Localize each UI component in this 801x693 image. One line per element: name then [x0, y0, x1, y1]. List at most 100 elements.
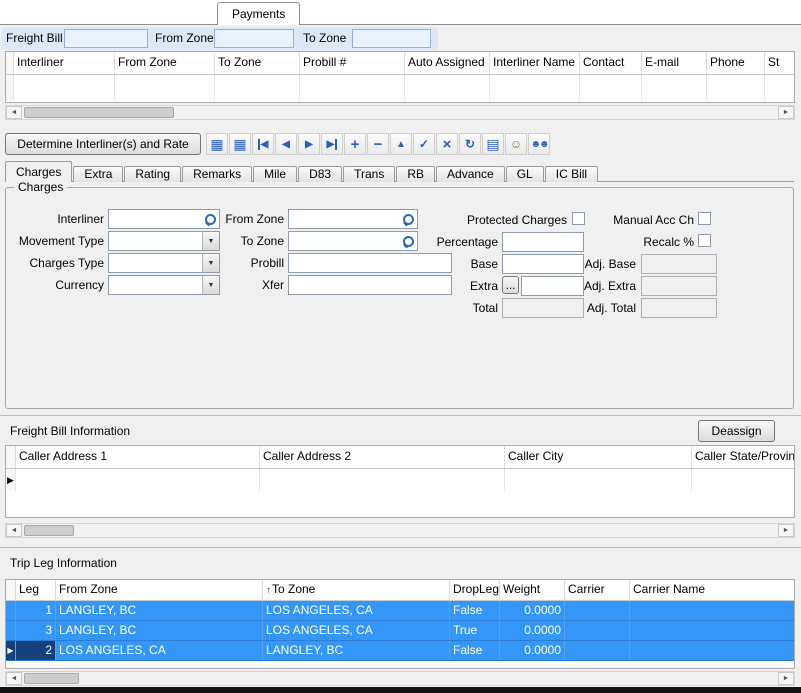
table-row[interactable]: ▶ — [6, 469, 794, 491]
cell-dropleg: False — [450, 641, 500, 660]
freight-bill-info-grid: Caller Address 1 Caller Address 2 Caller… — [5, 445, 795, 518]
freight-bill-info-hscrollbar[interactable]: ◄ ► — [5, 523, 795, 538]
cell-carrier — [565, 601, 630, 620]
trip-leg-grid: Leg From Zone ↑To Zone DropLeg Weight Ca… — [5, 579, 795, 669]
nav-first-icon[interactable]: ◀ — [252, 133, 274, 155]
cell-weight: 0.0000 — [500, 641, 565, 660]
recalc-checkbox[interactable] — [698, 234, 711, 247]
from-zone-input[interactable] — [214, 29, 294, 48]
column-header-carrier-name[interactable]: Carrier Name — [630, 580, 794, 600]
from-zone-lookup-icon[interactable] — [403, 214, 414, 225]
scroll-right-icon[interactable]: ► — [778, 106, 794, 119]
cell-from-zone: LANGLEY, BC — [56, 621, 263, 640]
nav-prior-icon[interactable]: ◀ — [275, 133, 297, 155]
tab-trans[interactable]: Trans — [343, 166, 395, 182]
column-header-auto-assigned[interactable]: Auto Assigned — [405, 52, 490, 74]
column-header-caller-address-2[interactable]: Caller Address 2 — [260, 446, 505, 468]
grid-calc-icon[interactable]: ▦ — [229, 133, 251, 155]
column-header-st[interactable]: St — [765, 52, 794, 74]
interliner-grid-hscrollbar[interactable]: ◄ ► — [5, 105, 795, 120]
table-row[interactable] — [6, 75, 794, 101]
adj-total-label: Adj. Total — [566, 301, 636, 315]
cell — [765, 75, 794, 101]
currency-select[interactable]: ▼ — [108, 275, 220, 295]
movement-type-select[interactable]: ▼ — [108, 231, 220, 251]
scroll-right-icon[interactable]: ► — [778, 524, 794, 537]
post-all-icon[interactable]: ▤ — [482, 133, 504, 155]
interliner-grid-header: Interliner From Zone To Zone Probill # A… — [6, 52, 794, 75]
scroll-left-icon[interactable]: ◄ — [6, 672, 22, 685]
interliner-field[interactable] — [108, 209, 220, 229]
tab-rating[interactable]: Rating — [124, 166, 181, 182]
recalc-label: Recalc % — [566, 235, 694, 249]
tab-payments[interactable]: Payments — [217, 2, 300, 25]
tab-mile[interactable]: Mile — [253, 166, 297, 182]
nav-last-icon[interactable]: ▶ — [321, 133, 343, 155]
tab-ic-bill[interactable]: IC Bill — [545, 166, 598, 182]
from-zone-label: From Zone — [155, 31, 214, 45]
row-selector-column — [6, 446, 16, 468]
table-row[interactable]: ▶ 2 LOS ANGELES, CA LANGLEY, BC False 0.… — [6, 641, 794, 661]
column-header-carrier[interactable]: Carrier — [565, 580, 630, 600]
column-header-to-zone[interactable]: To Zone — [215, 52, 300, 74]
user-key-icon[interactable]: ☺ — [505, 133, 527, 155]
extra-ellipsis-button[interactable]: ... — [502, 276, 519, 294]
scrollbar-thumb[interactable] — [24, 673, 79, 684]
column-header-from-zone[interactable]: From Zone — [115, 52, 215, 74]
determine-interliner-button[interactable]: Determine Interliner(s) and Rate — [5, 133, 201, 155]
nav-next-icon[interactable]: ▶ — [298, 133, 320, 155]
refresh-icon[interactable]: ↻ — [459, 133, 481, 155]
cell — [580, 75, 642, 101]
table-row[interactable]: 1 LANGLEY, BC LOS ANGELES, CA False 0.00… — [6, 601, 794, 621]
scroll-left-icon[interactable]: ◄ — [6, 106, 22, 119]
cell — [692, 469, 794, 491]
column-header-label: To Zone — [272, 582, 315, 596]
insert-record-icon[interactable]: + — [344, 133, 366, 155]
grid-sheet-icon[interactable]: ▦ — [206, 133, 228, 155]
users-icon[interactable]: ☻☻ — [528, 133, 550, 155]
scrollbar-thumb[interactable] — [24, 107, 174, 118]
cancel-edit-icon[interactable]: × — [436, 133, 458, 155]
scroll-left-icon[interactable]: ◄ — [6, 524, 22, 537]
cell-carrier-name — [630, 601, 794, 620]
column-header-phone[interactable]: Phone — [707, 52, 765, 74]
tab-gl[interactable]: GL — [506, 166, 544, 182]
column-header-caller-city[interactable]: Caller City — [505, 446, 692, 468]
column-header-weight[interactable]: Weight — [500, 580, 565, 600]
tab-charges[interactable]: Charges — [5, 161, 72, 182]
column-header-caller-state[interactable]: Caller State/Provin — [692, 446, 794, 468]
charges-type-select[interactable]: ▼ — [108, 253, 220, 273]
to-zone-label: To Zone — [303, 31, 346, 45]
to-zone-field[interactable] — [288, 231, 418, 251]
adj-extra-label: Adj. Extra — [566, 279, 636, 293]
tab-extra[interactable]: Extra — [73, 166, 123, 182]
scroll-right-icon[interactable]: ► — [778, 672, 794, 685]
to-zone-input[interactable] — [352, 29, 431, 48]
column-header-from-zone[interactable]: From Zone — [56, 580, 263, 600]
column-header-interliner[interactable]: Interliner — [14, 52, 115, 74]
tab-remarks[interactable]: Remarks — [182, 166, 252, 182]
edit-record-icon[interactable]: ▲ — [390, 133, 412, 155]
extra-label: Extra — [406, 279, 498, 293]
from-zone-field[interactable] — [288, 209, 418, 229]
tab-d83[interactable]: D83 — [298, 166, 342, 182]
delete-record-icon[interactable]: − — [367, 133, 389, 155]
manual-acc-ch-checkbox[interactable] — [698, 212, 711, 225]
column-header-contact[interactable]: Contact — [580, 52, 642, 74]
freight-bill-input[interactable] — [64, 29, 148, 48]
table-row[interactable]: 3 LANGLEY, BC LOS ANGELES, CA True 0.000… — [6, 621, 794, 641]
trip-leg-hscrollbar[interactable]: ◄ ► — [5, 671, 795, 686]
post-edit-icon[interactable]: ✓ — [413, 133, 435, 155]
column-header-interliner-name[interactable]: Interliner Name — [490, 52, 580, 74]
column-header-dropleg[interactable]: DropLeg — [450, 580, 500, 600]
tab-advance[interactable]: Advance — [436, 166, 505, 182]
deassign-button[interactable]: Deassign — [698, 420, 775, 442]
column-header-email[interactable]: E-mail — [642, 52, 707, 74]
scrollbar-thumb[interactable] — [24, 525, 74, 536]
column-header-to-zone[interactable]: ↑To Zone — [263, 580, 450, 600]
from-zone-field-label: From Zone — [214, 212, 284, 226]
tab-rb[interactable]: RB — [396, 166, 435, 182]
column-header-caller-address-1[interactable]: Caller Address 1 — [16, 446, 260, 468]
column-header-leg[interactable]: Leg — [16, 580, 56, 600]
column-header-probill[interactable]: Probill # — [300, 52, 405, 74]
